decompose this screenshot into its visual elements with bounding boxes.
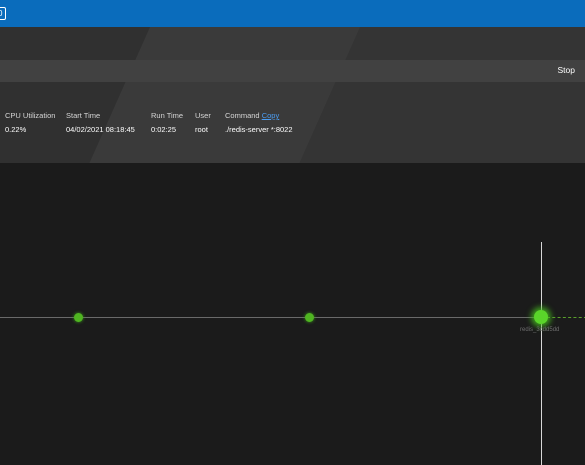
field-label: Start Time bbox=[66, 111, 101, 120]
time-cursor[interactable] bbox=[541, 242, 542, 465]
point-label: redis_3cdd5dd bbox=[520, 327, 560, 333]
field-value: 0:02:25 bbox=[151, 125, 177, 134]
field-value: root bbox=[195, 125, 208, 134]
stop-button[interactable]: Stop bbox=[558, 65, 576, 75]
timeline-point-active[interactable] bbox=[534, 310, 548, 324]
command-value: ./redis-server *:8022 bbox=[225, 125, 293, 134]
field-label: Run Time bbox=[151, 111, 184, 120]
cpu-utilization-field: CPU Utilization 0.22% bbox=[5, 111, 55, 134]
process-header bbox=[0, 27, 585, 163]
command-label: Command bbox=[225, 111, 260, 120]
command-field: Command Copy ./redis-server *:8022 bbox=[225, 111, 293, 134]
timeline-point[interactable] bbox=[74, 313, 83, 322]
field-label: Command Copy bbox=[225, 111, 293, 120]
timeline-area bbox=[0, 163, 585, 465]
version-badge: 0 bbox=[0, 7, 7, 20]
field-label: CPU Utilization bbox=[5, 111, 56, 120]
field-label: User bbox=[195, 111, 211, 120]
toolbar bbox=[0, 60, 585, 82]
user-field: User root bbox=[195, 111, 211, 134]
field-value: 0.22% bbox=[5, 125, 27, 134]
run-time-field: Run Time 0:02:25 bbox=[151, 111, 183, 134]
top-bar: 0 bbox=[0, 0, 585, 27]
copy-link[interactable]: Copy bbox=[262, 111, 280, 120]
start-time-field: Start Time 04/02/2021 08:18:45 bbox=[66, 111, 135, 134]
timeline-future-dash bbox=[547, 317, 585, 318]
timeline-point[interactable] bbox=[305, 313, 314, 322]
field-value: 04/02/2021 08:18:45 bbox=[66, 125, 135, 134]
